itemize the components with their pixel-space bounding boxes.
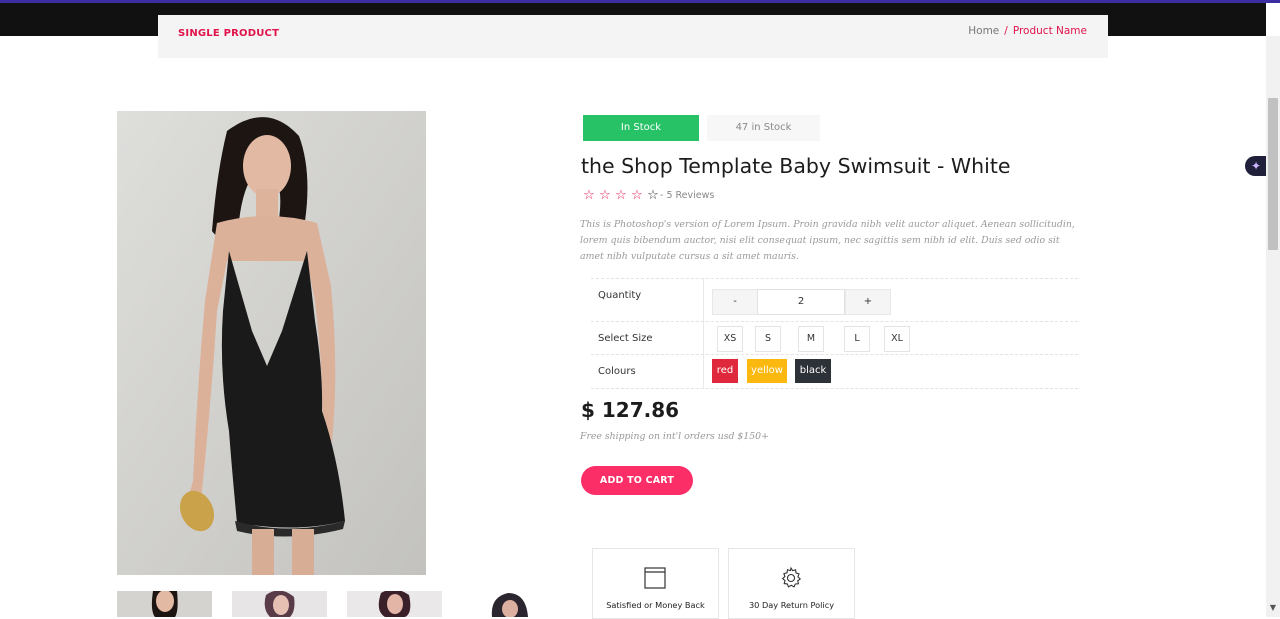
breadcrumb-bar: SINGLE PRODUCT Home / Product Name — [158, 15, 1108, 58]
colour-option-red[interactable]: red — [712, 359, 738, 383]
size-label: Select Size — [598, 333, 653, 344]
size-option-m[interactable]: M — [798, 326, 824, 352]
size-row: Select Size XS S M L XL — [591, 321, 1078, 355]
shipping-note: Free shipping on int'l orders usd $150+ — [580, 431, 769, 442]
star-icon: ☆ — [599, 188, 611, 203]
product-thumbnail[interactable] — [462, 591, 557, 617]
size-option-s[interactable]: S — [755, 326, 781, 352]
colour-label: Colours — [598, 366, 636, 377]
review-count[interactable]: - 5 Reviews — [660, 190, 714, 201]
page-title: SINGLE PRODUCT — [178, 28, 280, 39]
product-thumbnail[interactable] — [347, 591, 442, 617]
vertical-scrollbar[interactable]: ▼ — [1266, 36, 1280, 617]
quantity-increase-button[interactable]: + — [845, 289, 891, 315]
breadcrumb: Home / Product Name — [968, 25, 1087, 37]
gear-icon — [779, 566, 803, 590]
star-icon: ☆ — [631, 188, 643, 203]
product-thumbnail[interactable] — [117, 591, 212, 617]
sparkle-icon[interactable]: ✦ — [1245, 156, 1267, 176]
add-to-cart-button[interactable]: ADD TO CART — [581, 466, 693, 495]
product-price: $ 127.86 — [581, 398, 680, 422]
star-icon: ☆ — [615, 188, 627, 203]
colour-row: Colours red yellow black — [591, 354, 1078, 389]
breadcrumb-separator: / — [1004, 25, 1008, 37]
product-title: the Shop Template Baby Swimsuit - White — [581, 154, 1011, 178]
product-thumbnails — [117, 591, 557, 617]
feature-money-back: Satisfied or Money Back — [592, 548, 719, 619]
quantity-row: Quantity - 2 + — [591, 278, 1078, 322]
scrollbar-thumb[interactable] — [1268, 98, 1278, 250]
colour-option-black[interactable]: black — [795, 359, 831, 383]
product-description: This is Photoshop's version of Lorem Ips… — [580, 219, 1075, 262]
rating-stars: ☆ ☆ ☆ ☆ ☆ — [581, 188, 661, 204]
size-option-xl[interactable]: XL — [884, 326, 910, 352]
size-option-xs[interactable]: XS — [717, 326, 743, 352]
breadcrumb-home-link[interactable]: Home — [968, 25, 999, 37]
browser-window-icon — [643, 566, 667, 590]
product-thumbnail[interactable] — [232, 591, 327, 617]
quantity-label: Quantity — [598, 290, 642, 301]
stock-count: 47 in Stock — [707, 115, 820, 141]
star-icon: ☆ — [583, 188, 595, 203]
product-options-table: Quantity - 2 + Select Size XS S M L XL C… — [591, 278, 1078, 389]
size-option-l[interactable]: L — [844, 326, 870, 352]
quantity-input[interactable]: 2 — [757, 289, 845, 315]
feature-label: Satisfied or Money Back — [606, 600, 705, 610]
feature-return-policy: 30 Day Return Policy — [728, 548, 855, 619]
feature-label: 30 Day Return Policy — [748, 600, 835, 610]
breadcrumb-current: Product Name — [1012, 25, 1087, 37]
in-stock-badge: In Stock — [583, 115, 699, 141]
product-main-image[interactable] — [117, 111, 426, 575]
star-empty-icon: ☆ — [647, 188, 659, 203]
colour-option-yellow[interactable]: yellow — [747, 359, 787, 383]
scroll-down-arrow-icon[interactable]: ▼ — [1266, 603, 1280, 615]
dress-photo-illustration — [117, 111, 426, 575]
quantity-decrease-button[interactable]: - — [712, 289, 758, 315]
